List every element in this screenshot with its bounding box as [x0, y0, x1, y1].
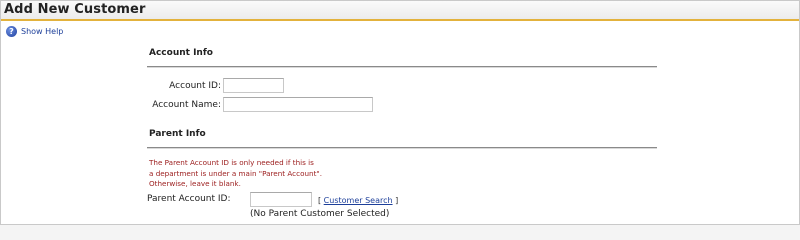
show-help-link[interactable]: ? Show Help — [6, 25, 63, 38]
customer-form-window: Add New Customer ? Show Help Account Inf… — [0, 0, 800, 225]
account-id-input[interactable] — [223, 78, 284, 93]
parent-info-heading: Parent Info — [149, 129, 206, 139]
customer-search-wrapper: [ Customer Search ] — [318, 196, 398, 205]
search-bracket-close: ] — [392, 196, 399, 205]
account-name-input[interactable] — [223, 97, 373, 112]
parent-account-id-input[interactable] — [250, 192, 312, 207]
title-bar: Add New Customer — [1, 1, 799, 21]
parent-note-line-3: Otherwise, leave it blank. — [149, 179, 241, 188]
account-info-heading: Account Info — [149, 48, 213, 58]
page-title: Add New Customer — [4, 2, 146, 17]
parent-info-divider — [147, 147, 657, 149]
customer-search-link[interactable]: Customer Search — [324, 196, 393, 205]
show-help-label: Show Help — [21, 27, 64, 36]
parent-note-line-2: a department is under a main "Parent Acc… — [149, 168, 322, 178]
account-info-divider — [147, 66, 657, 68]
parent-note-line-1: The Parent Account ID is only needed if … — [149, 158, 314, 167]
account-name-label: Account Name: — [152, 100, 221, 110]
account-id-label: Account ID: — [169, 81, 221, 91]
parent-account-id-label: Parent Account ID: — [147, 194, 231, 204]
parent-account-note: The Parent Account ID is only needed if … — [149, 158, 379, 190]
help-question-icon: ? — [6, 26, 17, 37]
parent-selection-status: (No Parent Customer Selected) — [250, 209, 390, 219]
